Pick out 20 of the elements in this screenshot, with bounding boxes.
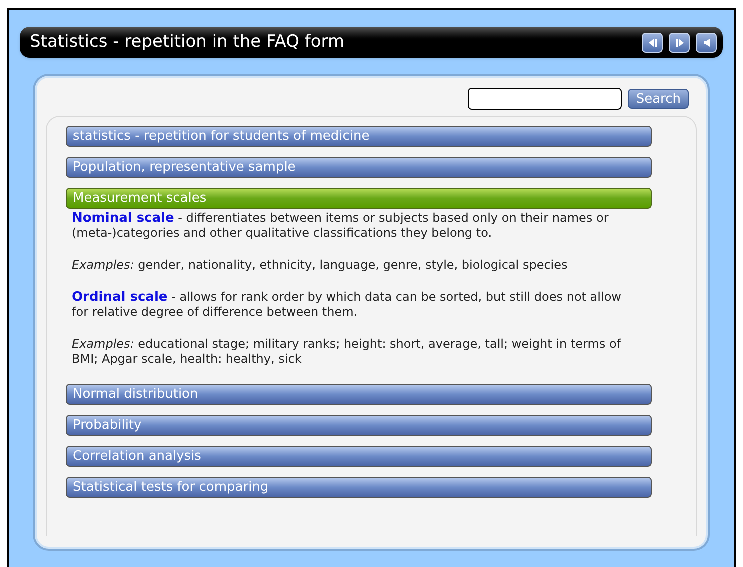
speaker-icon — [702, 38, 712, 48]
previous-button[interactable] — [642, 32, 663, 52]
accordion-header[interactable]: Normal distribution — [66, 384, 652, 405]
answer-paragraph: Ordinal scale - allows for rank order by which data can be sorted, but still does not allow for relative degree of difference between them. — [72, 290, 622, 320]
search-button[interactable]: Search — [628, 89, 689, 109]
accordion-header[interactable]: Measurement scales — [66, 188, 652, 209]
answer-paragraph: Examples: educational stage; military ranks; height: short, average, tall; weight in terms of BMI; Apgar scale, health: healthy, sick — [72, 337, 622, 367]
accordion-header[interactable]: Statistical tests for comparing — [66, 477, 652, 498]
window-title: Statistics - repetition in the FAQ form — [30, 30, 346, 54]
search-field[interactable] — [468, 88, 622, 110]
accordion-header[interactable]: statistics - repetition for students of medicine — [66, 126, 652, 147]
answer-paragraph: Examples: gender, nationality, ethnicity, language, genre, style, biological species — [72, 258, 569, 273]
previous-icon — [648, 38, 658, 48]
answer-paragraph: Nominal scale - differentiates between items or subjects based only on their names or (meta-)categories and other qualitative classifications they belong to. — [72, 211, 610, 241]
accordion-header[interactable]: Correlation analysis — [66, 446, 652, 467]
accordion-header[interactable]: Population, representative sample — [66, 157, 652, 178]
next-button[interactable] — [669, 32, 690, 52]
accordion-header[interactable]: Probability — [66, 415, 652, 436]
next-icon — [674, 38, 684, 48]
sound-button[interactable] — [696, 32, 717, 52]
